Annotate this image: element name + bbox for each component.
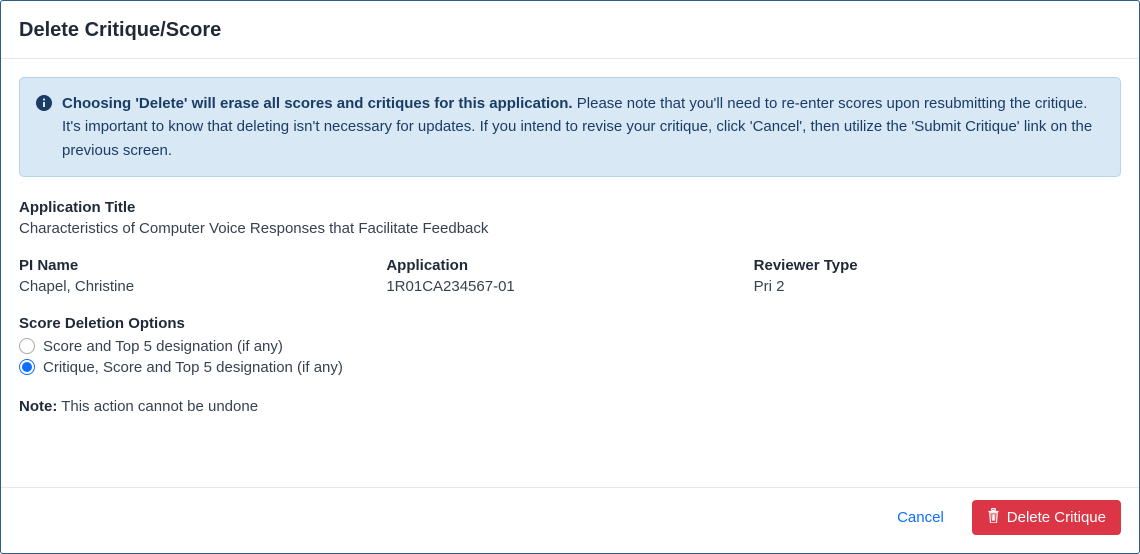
pi-name-label: PI Name: [19, 257, 386, 274]
delete-critique-label: Delete Critique: [1007, 509, 1106, 526]
info-circle-icon: [36, 95, 52, 118]
details-row: PI Name Chapel, Christine Application 1R…: [19, 257, 1121, 295]
score-deletion-options: Score and Top 5 designation (if any) Cri…: [19, 338, 1121, 376]
reviewer-type-value: Pri 2: [754, 278, 1121, 295]
note-label: Note:: [19, 398, 57, 415]
reviewer-type-label: Reviewer Type: [754, 257, 1121, 274]
radio-input-critique-score-top5[interactable]: [19, 359, 35, 375]
application-block: Application 1R01CA234567-01: [386, 257, 753, 295]
app-title-value: Characteristics of Computer Voice Respon…: [19, 220, 1121, 237]
modal-body: Choosing 'Delete' will erase all scores …: [1, 59, 1139, 487]
score-deletion-label: Score Deletion Options: [19, 315, 1121, 332]
app-title-block: Application Title Characteristics of Com…: [19, 199, 1121, 237]
application-value: 1R01CA234567-01: [386, 278, 753, 295]
pi-name-block: PI Name Chapel, Christine: [19, 257, 386, 295]
reviewer-type-block: Reviewer Type Pri 2: [754, 257, 1121, 295]
radio-label-score-top5: Score and Top 5 designation (if any): [43, 338, 283, 355]
pi-name-value: Chapel, Christine: [19, 278, 386, 295]
modal-footer: Cancel Delete Critique: [1, 487, 1139, 553]
info-alert: Choosing 'Delete' will erase all scores …: [19, 77, 1121, 177]
cancel-button[interactable]: Cancel: [889, 503, 952, 532]
radio-option-critique-score-top5[interactable]: Critique, Score and Top 5 designation (i…: [19, 359, 1121, 376]
delete-critique-modal: Delete Critique/Score Choosing 'Delete' …: [0, 0, 1140, 554]
trash-icon: [987, 508, 1000, 527]
radio-option-score-top5[interactable]: Score and Top 5 designation (if any): [19, 338, 1121, 355]
note-text: This action cannot be undone: [57, 398, 258, 415]
app-title-label: Application Title: [19, 199, 1121, 216]
delete-critique-button[interactable]: Delete Critique: [972, 500, 1121, 535]
radio-input-score-top5[interactable]: [19, 338, 35, 354]
alert-text: Choosing 'Delete' will erase all scores …: [62, 92, 1104, 162]
note-line: Note: This action cannot be undone: [19, 398, 1121, 415]
application-label: Application: [386, 257, 753, 274]
modal-header: Delete Critique/Score: [1, 1, 1139, 59]
alert-strong: Choosing 'Delete' will erase all scores …: [62, 95, 573, 112]
radio-label-critique-score-top5: Critique, Score and Top 5 designation (i…: [43, 359, 343, 376]
modal-title: Delete Critique/Score: [19, 19, 1121, 42]
